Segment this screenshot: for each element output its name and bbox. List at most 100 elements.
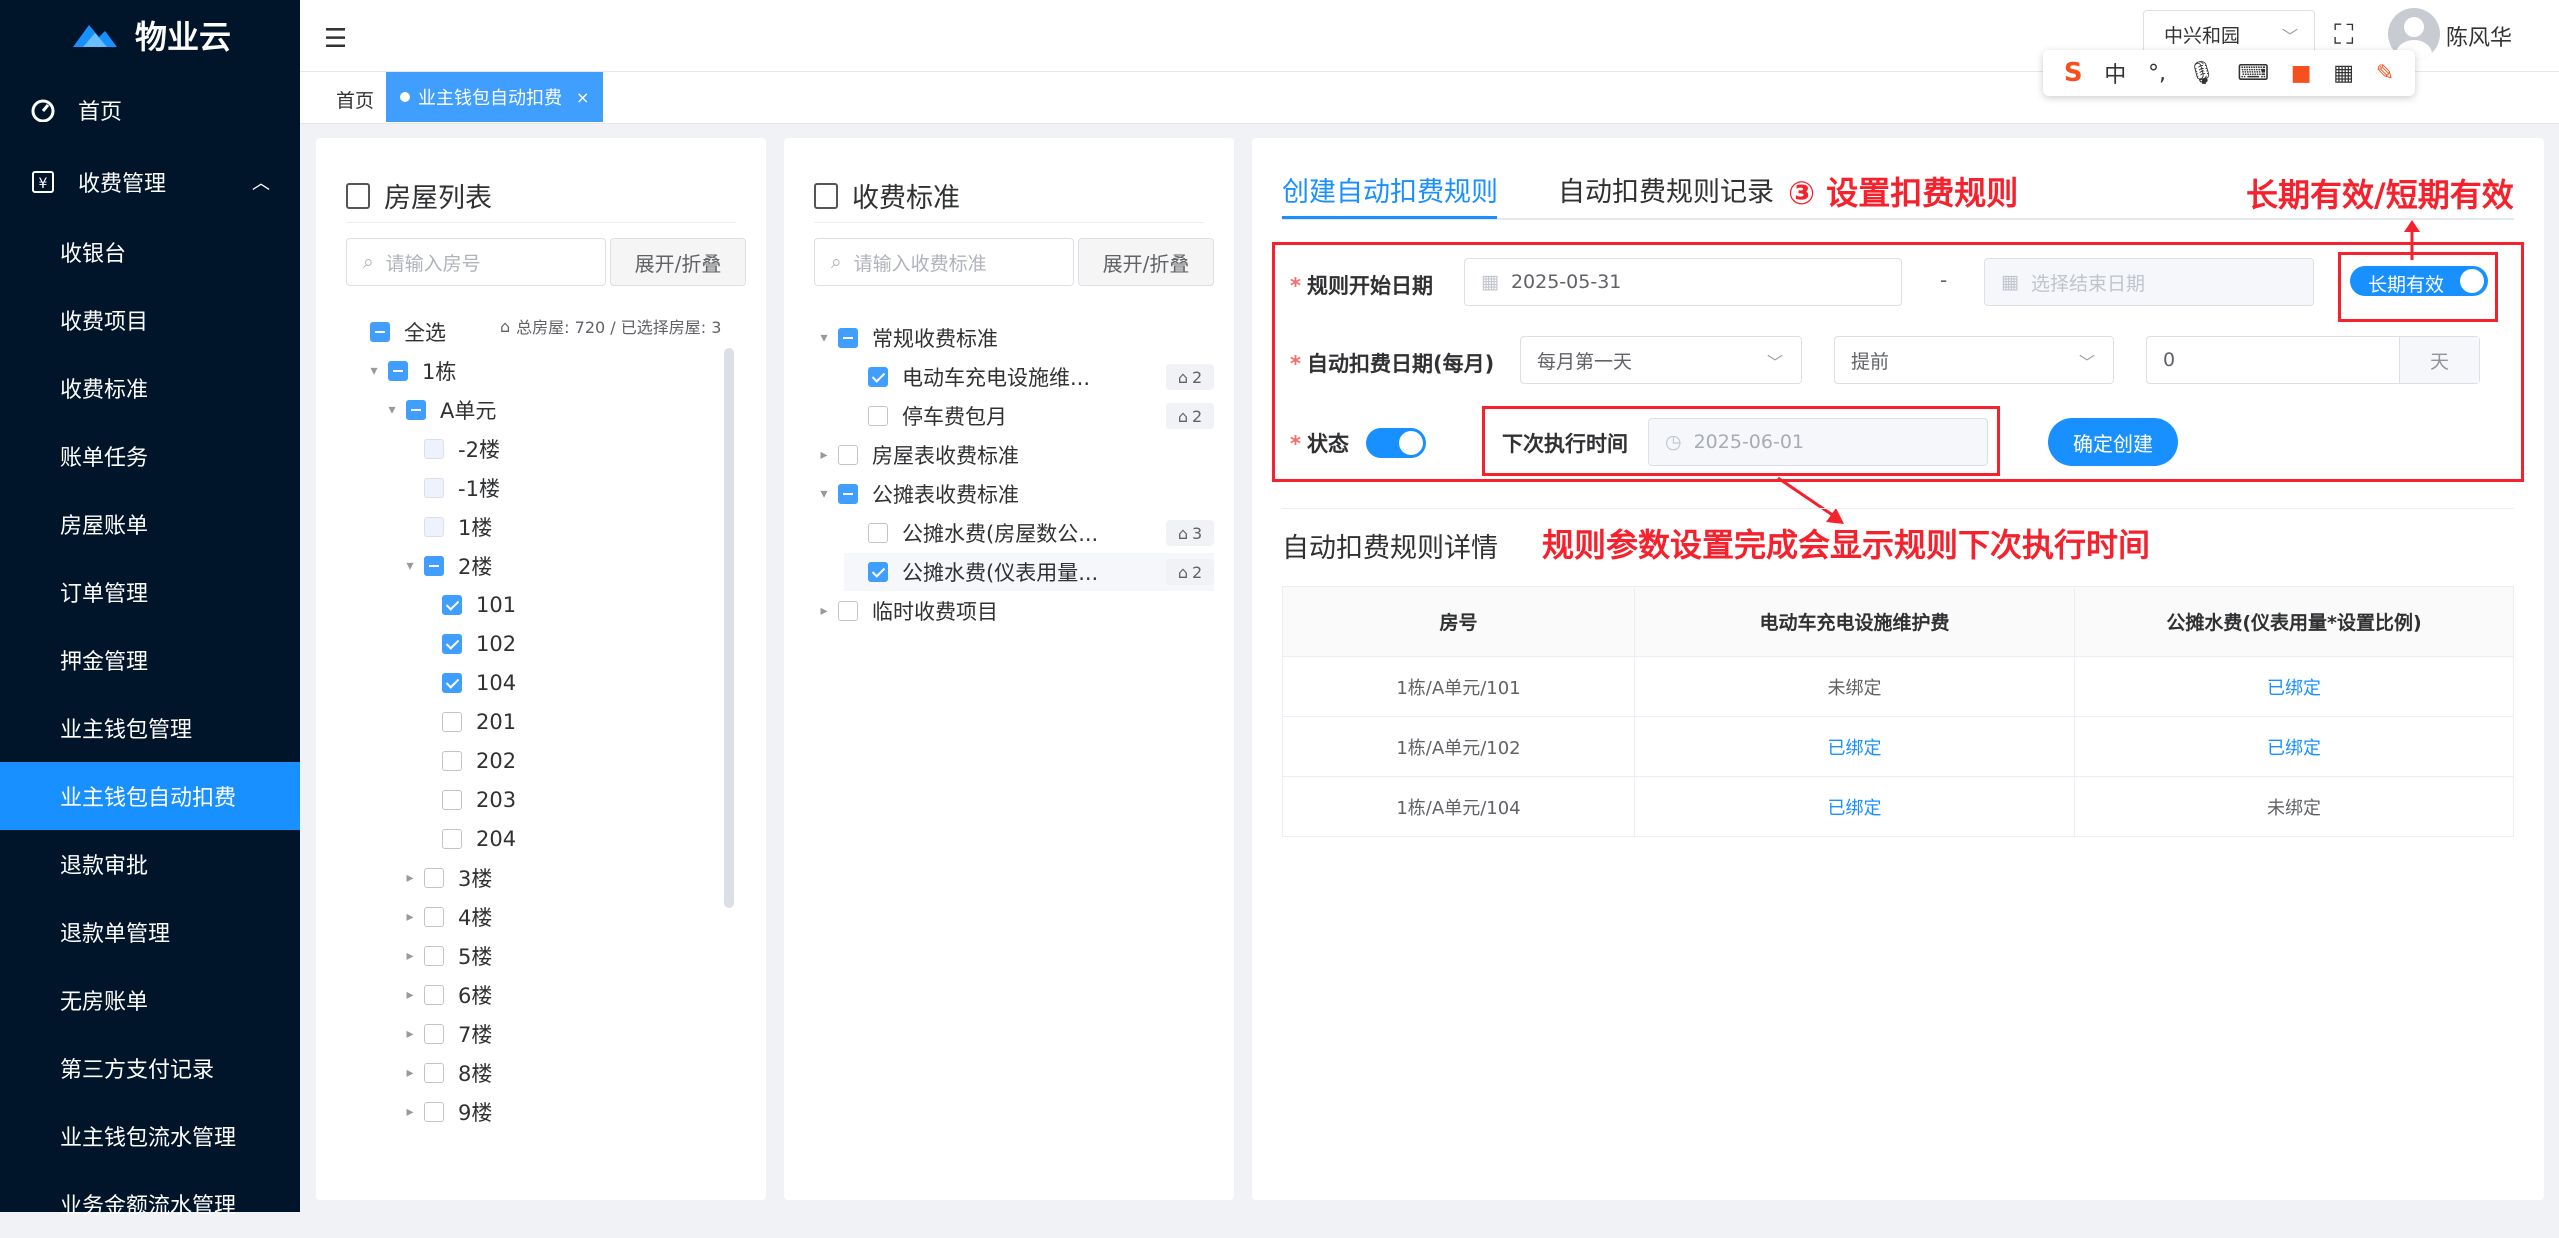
- tree-checkbox[interactable]: [838, 601, 858, 621]
- caret-right-icon[interactable]: ▸: [400, 1026, 420, 1042]
- fullscreen-icon[interactable]: ⛶: [2334, 18, 2354, 52]
- caret-down-icon[interactable]: ▾: [814, 486, 834, 502]
- tree-checkbox[interactable]: [442, 595, 462, 615]
- tree-node[interactable]: ▸ 3楼: [400, 859, 746, 897]
- tree-checkbox[interactable]: [868, 406, 888, 426]
- tree-node[interactable]: -1楼: [400, 469, 746, 507]
- tree-node[interactable]: ▸ 4楼: [400, 898, 746, 936]
- sidebar-item[interactable]: 收银台: [0, 218, 300, 286]
- ime-logo-icon[interactable]: S: [2064, 58, 2083, 88]
- caret-down-icon[interactable]: ▾: [400, 558, 420, 574]
- tree-checkbox[interactable]: [442, 751, 462, 771]
- tree-node[interactable]: 101: [418, 586, 746, 624]
- tree-node[interactable]: 104: [418, 664, 746, 702]
- caret-down-icon[interactable]: ▾: [364, 363, 384, 379]
- tree-checkbox[interactable]: [406, 400, 426, 420]
- tree-checkbox[interactable]: [424, 946, 444, 966]
- start-date-input[interactable]: ▦ 2025-05-31: [1464, 258, 1902, 306]
- tree-checkbox[interactable]: [838, 328, 858, 348]
- sidebar-item[interactable]: 业务金额流水管理: [0, 1170, 300, 1238]
- tree-node[interactable]: 102: [418, 625, 746, 663]
- tree-node[interactable]: ▸ 临时收费项目: [814, 592, 1214, 630]
- end-date-input[interactable]: ▦ 选择结束日期: [1984, 258, 2314, 306]
- close-icon[interactable]: ×: [576, 88, 589, 107]
- sidebar-item[interactable]: 收费项目: [0, 286, 300, 354]
- sidebar-item[interactable]: 业主钱包自动扣费: [0, 762, 300, 830]
- status-switch[interactable]: [1366, 428, 1426, 458]
- tab-auto-deduct[interactable]: 业主钱包自动扣费 ×: [386, 72, 603, 122]
- tree-node[interactable]: 公摊水费(房屋数公... ⌂ 3: [844, 514, 1214, 552]
- tree-node[interactable]: ▾ 常规收费标准: [814, 319, 1214, 357]
- tree-node[interactable]: ▸ 6楼: [400, 976, 746, 1014]
- tree-checkbox[interactable]: [442, 673, 462, 693]
- tree-checkbox[interactable]: [388, 361, 408, 381]
- caret-right-icon[interactable]: ▸: [400, 909, 420, 925]
- tree-checkbox[interactable]: [424, 868, 444, 888]
- tree-checkbox[interactable]: [442, 712, 462, 732]
- tree-node[interactable]: 电动车充电设施维... ⌂ 2: [844, 358, 1214, 396]
- keyboard-icon[interactable]: ⌨: [2237, 61, 2269, 86]
- caret-right-icon[interactable]: ▸: [400, 987, 420, 1003]
- tree-checkbox[interactable]: [838, 445, 858, 465]
- tree-checkbox[interactable]: [424, 1102, 444, 1122]
- tree-node[interactable]: 202: [418, 742, 746, 780]
- tab-create-rule[interactable]: 创建自动扣费规则: [1282, 170, 1498, 209]
- house-search-input[interactable]: ⌕ 请输入房号: [346, 238, 606, 286]
- tree-node[interactable]: ▾ 公摊表收费标准: [814, 475, 1214, 513]
- house-expand-button[interactable]: 展开/折叠: [610, 238, 746, 286]
- confirm-create-button[interactable]: 确定创建: [2048, 418, 2178, 466]
- tree-node[interactable]: ▸ 7楼: [400, 1015, 746, 1053]
- caret-right-icon[interactable]: ▸: [400, 870, 420, 886]
- tree-node[interactable]: ▾ A单元: [382, 391, 746, 429]
- tree-node[interactable]: 1楼: [400, 508, 746, 546]
- tree-node[interactable]: ▸ 5楼: [400, 937, 746, 975]
- sidebar-item[interactable]: 押金管理: [0, 626, 300, 694]
- tree-node[interactable]: 公摊水费(仪表用量... ⌂ 2: [844, 553, 1214, 591]
- tree-node[interactable]: ▾ 1栋: [364, 352, 746, 390]
- advance-select[interactable]: 提前 ﹀: [1834, 336, 2114, 384]
- caret-down-icon[interactable]: ▾: [814, 330, 834, 346]
- skin-icon[interactable]: ✎: [2376, 61, 2394, 86]
- tree-checkbox[interactable]: [424, 1024, 444, 1044]
- tree-node[interactable]: 203: [418, 781, 746, 819]
- tree-checkbox[interactable]: [424, 556, 444, 576]
- microphone-icon[interactable]: 🎙: [2188, 61, 2216, 86]
- tree-checkbox[interactable]: [868, 523, 888, 543]
- house-tree-scrollbar[interactable]: [724, 348, 734, 908]
- gift-icon[interactable]: ■: [2291, 61, 2312, 86]
- caret-right-icon[interactable]: ▸: [400, 948, 420, 964]
- sidebar-item[interactable]: 无房账单: [0, 966, 300, 1034]
- ime-mode-toggle[interactable]: 中: [2104, 57, 2126, 89]
- tab-rule-records[interactable]: 自动扣费规则记录: [1558, 170, 1774, 209]
- caret-down-icon[interactable]: ▾: [382, 402, 402, 418]
- sidebar-item[interactable]: 退款审批: [0, 830, 300, 898]
- fee-expand-button[interactable]: 展开/折叠: [1078, 238, 1214, 286]
- caret-right-icon[interactable]: ▸: [400, 1104, 420, 1120]
- caret-right-icon[interactable]: ▸: [814, 603, 834, 619]
- caret-right-icon[interactable]: ▸: [400, 1065, 420, 1081]
- tab-home[interactable]: 首页: [336, 86, 374, 113]
- tree-node[interactable]: -2楼: [400, 430, 746, 468]
- day-select[interactable]: 每月第一天 ﹀: [1520, 336, 1802, 384]
- menu-toggle-icon[interactable]: ☰: [324, 24, 347, 54]
- ime-punct-toggle[interactable]: °,: [2148, 61, 2166, 86]
- tree-checkbox[interactable]: [442, 829, 462, 849]
- tree-node[interactable]: 201: [418, 703, 746, 741]
- tree-node[interactable]: 全选: [346, 313, 746, 351]
- sidebar-item[interactable]: 账单任务: [0, 422, 300, 490]
- tree-checkbox[interactable]: [838, 484, 858, 504]
- sidebar-item[interactable]: 第三方支付记录: [0, 1034, 300, 1102]
- sidebar-item[interactable]: 业主钱包管理: [0, 694, 300, 762]
- tree-checkbox[interactable]: [442, 790, 462, 810]
- tree-checkbox[interactable]: [424, 985, 444, 1005]
- advance-days-input[interactable]: 0 天: [2146, 336, 2480, 384]
- tree-checkbox[interactable]: [442, 634, 462, 654]
- username[interactable]: 陈风华: [2446, 20, 2512, 52]
- tree-checkbox[interactable]: [868, 562, 888, 582]
- long-term-switch[interactable]: 长期有效: [2350, 266, 2488, 296]
- tree-checkbox[interactable]: [370, 322, 390, 342]
- nav-home[interactable]: 首页: [0, 74, 300, 146]
- sidebar-item[interactable]: 订单管理: [0, 558, 300, 626]
- tree-node[interactable]: 停车费包月 ⌂ 2: [844, 397, 1214, 435]
- tree-checkbox[interactable]: [868, 367, 888, 387]
